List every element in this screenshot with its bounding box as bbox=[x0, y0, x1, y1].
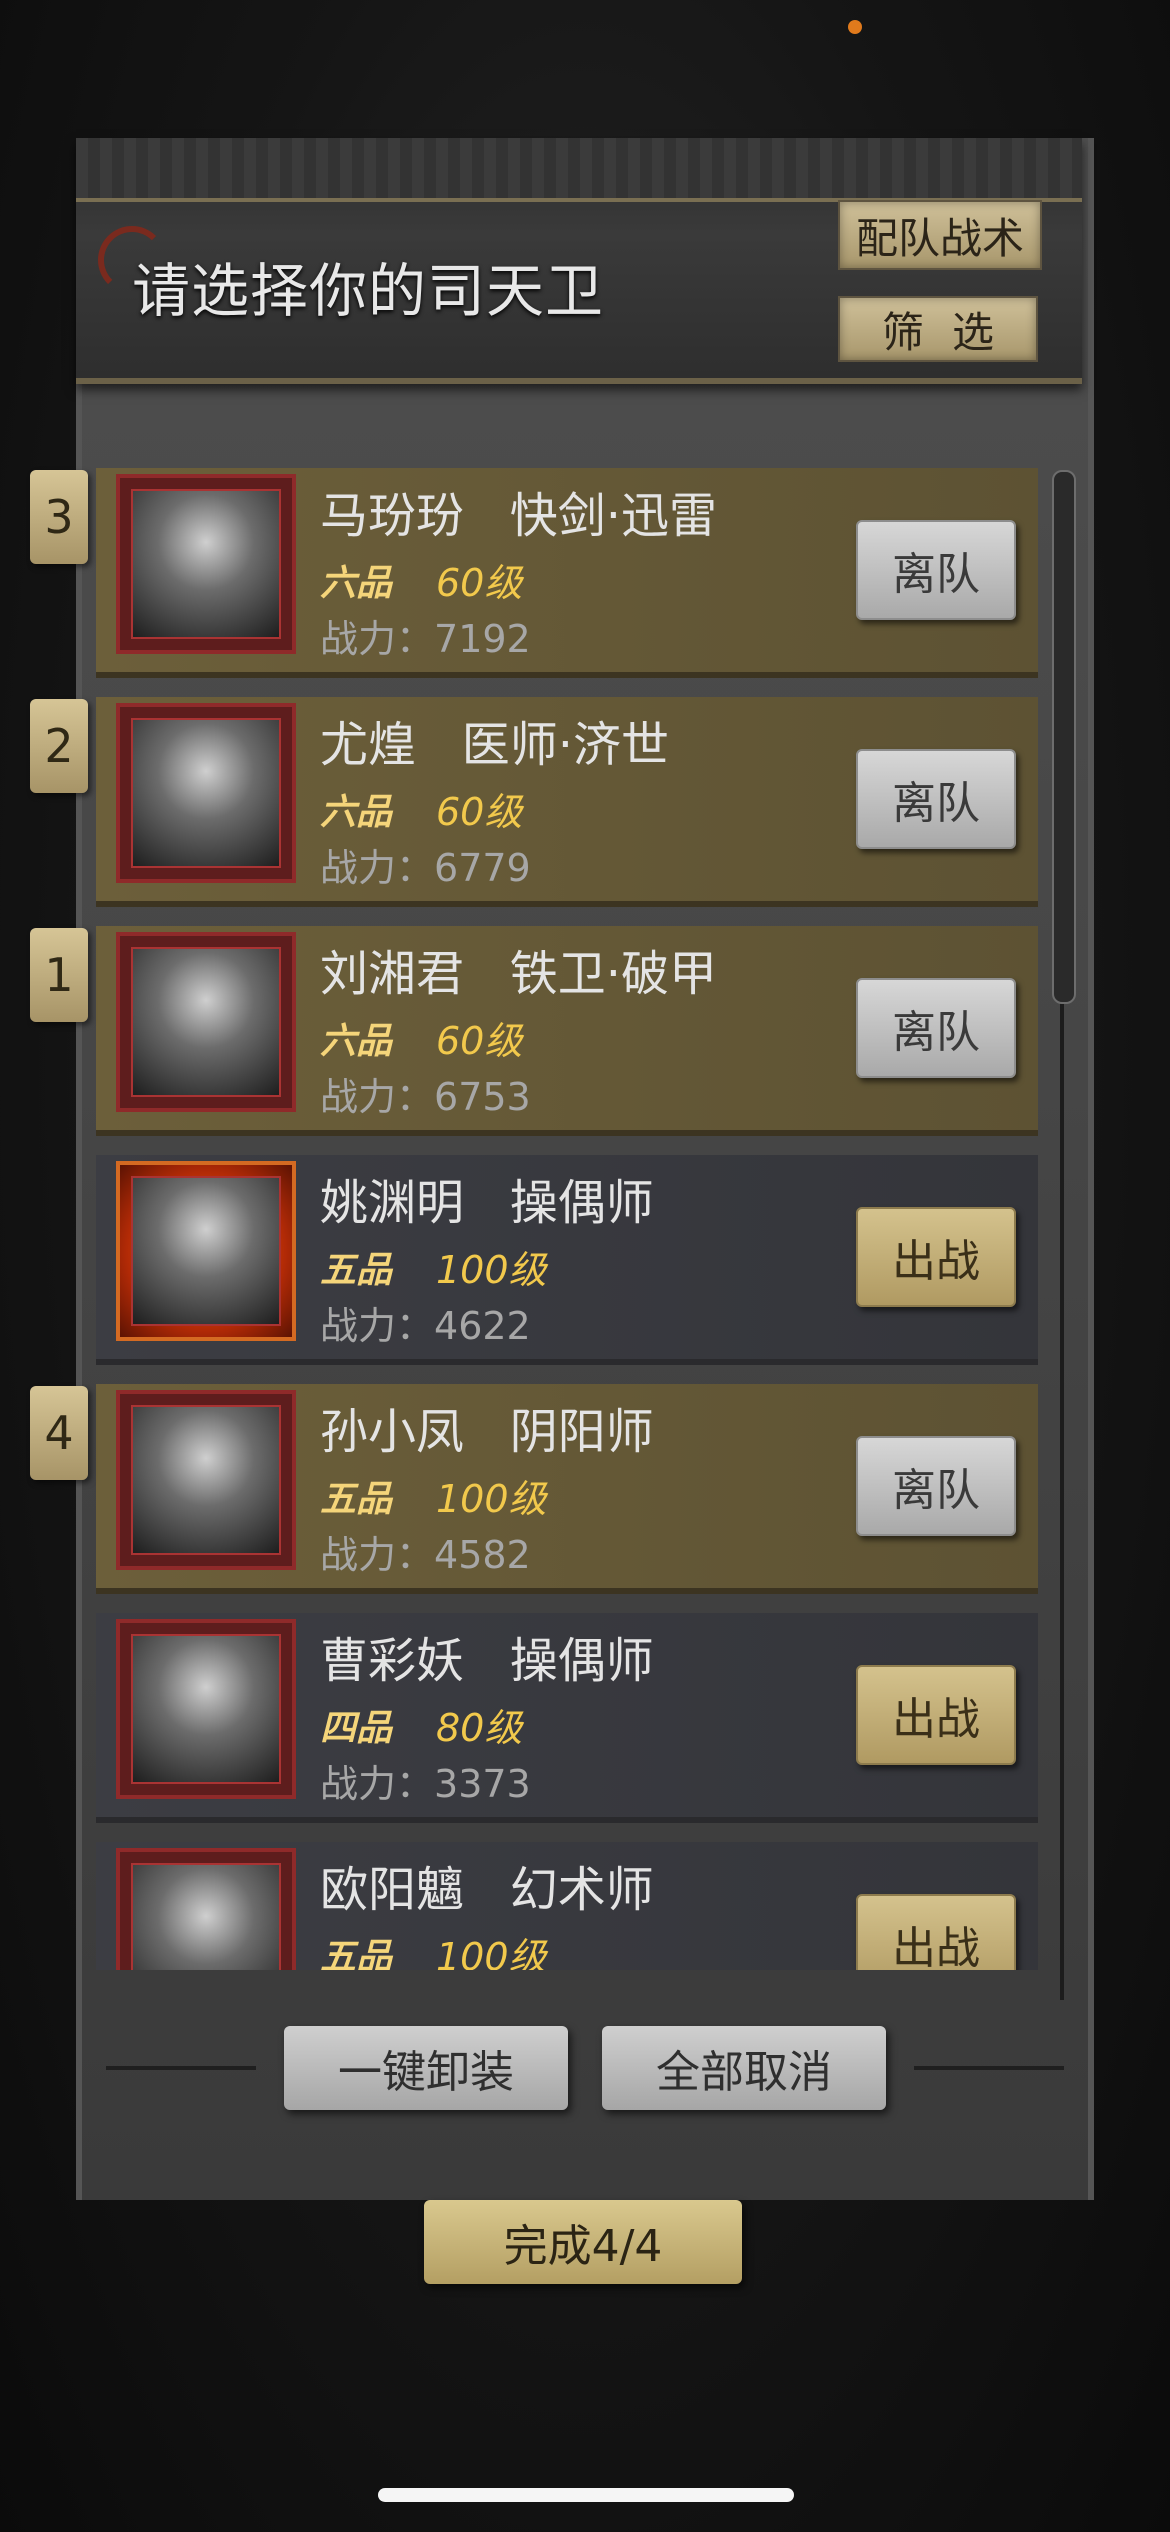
power-label: 战力： bbox=[320, 1075, 435, 1119]
team-tactics-button[interactable]: 配队战术 bbox=[838, 200, 1042, 270]
page-title: 请选择你的司天卫 bbox=[132, 257, 605, 325]
character-level: 60级 bbox=[436, 1019, 523, 1063]
character-grade: 五品 bbox=[320, 1250, 393, 1291]
unequip-all-button[interactable]: 一键卸装 bbox=[284, 2026, 568, 2110]
character-name: 刘湘君 bbox=[320, 946, 465, 1002]
character-level: 100级 bbox=[436, 1935, 547, 1970]
footer-divider-right bbox=[914, 2066, 1064, 2070]
panel-header: 请选择你的司天卫 配队战术 筛选 bbox=[76, 138, 1082, 384]
team-slot-badge: 4 bbox=[30, 1386, 88, 1480]
filter-button[interactable]: 筛选 bbox=[838, 296, 1038, 362]
power-label: 战力： bbox=[320, 1762, 435, 1806]
scroll-track bbox=[1060, 1000, 1064, 2000]
character-portrait[interactable] bbox=[116, 1161, 296, 1341]
power-label: 战力： bbox=[320, 1533, 435, 1577]
cancel-all-button[interactable]: 全部取消 bbox=[602, 2026, 886, 2110]
character-class: 铁卫·破甲 bbox=[509, 946, 718, 1002]
character-portrait[interactable] bbox=[116, 703, 296, 883]
power-value: 7192 bbox=[434, 617, 531, 661]
team-slot-badge: 3 bbox=[30, 470, 88, 564]
deploy-button[interactable]: 出战 bbox=[856, 1894, 1016, 1970]
notification-dot bbox=[848, 20, 862, 34]
portrait-image bbox=[131, 1634, 281, 1784]
character-name: 曹彩妖 bbox=[320, 1633, 465, 1689]
character-level: 100级 bbox=[436, 1248, 547, 1292]
character-class: 幻术师 bbox=[509, 1862, 654, 1918]
leave-team-button[interactable]: 离队 bbox=[856, 1436, 1016, 1536]
character-portrait[interactable] bbox=[116, 474, 296, 654]
power-value: 6753 bbox=[434, 1075, 531, 1119]
character-class: 快剑·迅雷 bbox=[509, 488, 718, 544]
deploy-button[interactable]: 出战 bbox=[856, 1665, 1016, 1765]
character-level: 80级 bbox=[436, 1706, 523, 1750]
scrollbar-thumb[interactable] bbox=[1052, 470, 1076, 1004]
character-name: 孙小凤 bbox=[320, 1404, 465, 1460]
leave-team-button[interactable]: 离队 bbox=[856, 978, 1016, 1078]
power-value: 3373 bbox=[434, 1762, 531, 1806]
character-name: 姚渊明 bbox=[320, 1175, 465, 1231]
complete-button[interactable]: 完成4/4 bbox=[424, 2200, 742, 2284]
leave-team-button[interactable]: 离队 bbox=[856, 749, 1016, 849]
power-label: 战力： bbox=[320, 617, 435, 661]
character-class: 阴阳师 bbox=[509, 1404, 654, 1460]
character-grade: 六品 bbox=[320, 792, 393, 833]
character-portrait[interactable] bbox=[116, 1390, 296, 1570]
character-level: 100级 bbox=[436, 1477, 547, 1521]
team-slot-badge: 1 bbox=[30, 928, 88, 1022]
character-level: 60级 bbox=[436, 790, 523, 834]
portrait-image bbox=[131, 718, 281, 868]
character-class: 操偶师 bbox=[509, 1175, 654, 1231]
roster-row[interactable]: 姚渊明 操偶师 五品 100级 战力：4622 出战 bbox=[96, 1155, 1038, 1365]
character-level: 60级 bbox=[436, 561, 523, 605]
roster-row[interactable]: 4 孙小凤 阴阳师 五品 100级 战力：4582 离队 bbox=[30, 1384, 1038, 1594]
roster-row[interactable]: 2 尤煌 医师·济世 六品 60级 战力：6779 离队 bbox=[30, 697, 1038, 907]
character-class: 操偶师 bbox=[509, 1633, 654, 1689]
power-value: 6779 bbox=[434, 846, 531, 890]
character-name: 欧阳魑 bbox=[320, 1862, 465, 1918]
character-portrait[interactable] bbox=[116, 932, 296, 1112]
roster-row[interactable]: 1 刘湘君 铁卫·破甲 六品 60级 战力：6753 离队 bbox=[30, 926, 1038, 1136]
roster-row[interactable]: 3 马玢玢 快剑·迅雷 六品 60级 战力：7192 离队 bbox=[30, 468, 1038, 678]
character-grade: 四品 bbox=[320, 1708, 393, 1749]
power-label: 战力： bbox=[320, 846, 435, 890]
roster-row[interactable]: 曹彩妖 操偶师 四品 80级 战力：3373 出战 bbox=[96, 1613, 1038, 1823]
deploy-button[interactable]: 出战 bbox=[856, 1207, 1016, 1307]
footer-divider-left bbox=[106, 2066, 256, 2070]
power-label: 战力： bbox=[320, 1304, 435, 1348]
character-name: 尤煌 bbox=[320, 717, 417, 773]
character-grade: 六品 bbox=[320, 1021, 393, 1062]
header-ornament-bar bbox=[76, 138, 1082, 202]
character-name: 马玢玢 bbox=[320, 488, 465, 544]
team-slot-badge: 2 bbox=[30, 699, 88, 793]
character-grade: 五品 bbox=[320, 1479, 393, 1520]
portrait-image bbox=[131, 1176, 281, 1326]
home-indicator[interactable] bbox=[378, 2488, 794, 2502]
character-portrait[interactable] bbox=[116, 1619, 296, 1799]
leave-team-button[interactable]: 离队 bbox=[856, 520, 1016, 620]
portrait-image bbox=[131, 947, 281, 1097]
character-grade: 五品 bbox=[320, 1937, 393, 1970]
portrait-image bbox=[131, 489, 281, 639]
roster-row[interactable]: 欧阳魑 幻术师 五品 100级 出战 bbox=[96, 1842, 1038, 1970]
power-value: 4622 bbox=[434, 1304, 531, 1348]
character-portrait[interactable] bbox=[116, 1848, 296, 1970]
portrait-image bbox=[131, 1863, 281, 1970]
character-grade: 六品 bbox=[320, 563, 393, 604]
character-class: 医师·济世 bbox=[461, 717, 670, 773]
roster-list[interactable]: 3 马玢玢 快剑·迅雷 六品 60级 战力：7192 离队 2 尤煌 医师·济世… bbox=[0, 460, 1170, 1970]
portrait-image bbox=[131, 1405, 281, 1555]
power-value: 4582 bbox=[434, 1533, 531, 1577]
